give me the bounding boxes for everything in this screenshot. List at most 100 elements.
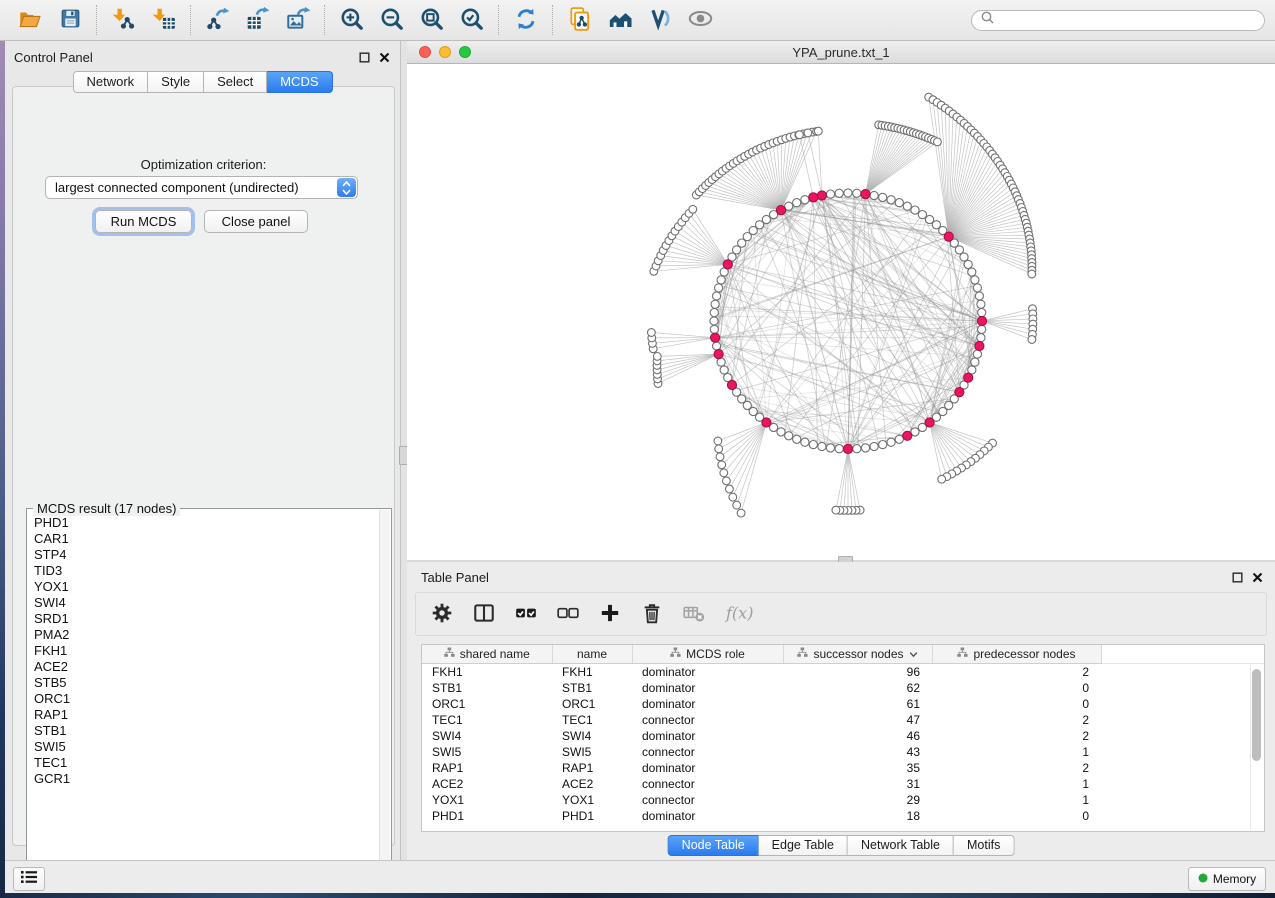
vizmapper-button[interactable]: [640, 3, 680, 37]
cell-name[interactable]: FKH1: [552, 664, 632, 681]
mcds-result-item[interactable]: STB5: [28, 675, 380, 691]
cell-predecessor-nodes[interactable]: 0: [932, 808, 1101, 824]
cell-shared-name[interactable]: ORC1: [422, 696, 552, 712]
mcds-result-item[interactable]: TEC1: [28, 755, 380, 771]
table-row[interactable]: RAP1RAP1dominator352: [422, 760, 1265, 776]
cell-name[interactable]: TEC1: [552, 712, 632, 728]
cell-name[interactable]: YOX1: [552, 792, 632, 808]
table-row[interactable]: FKH1FKH1dominator962: [422, 664, 1265, 681]
table-row[interactable]: SWI5SWI5connector431: [422, 744, 1265, 760]
cell-successor-nodes[interactable]: 96: [783, 664, 932, 681]
cell-predecessor-nodes[interactable]: 2: [932, 664, 1101, 681]
column-header-MCDS-role[interactable]: MCDS role: [632, 645, 783, 664]
mcds-result-list[interactable]: PHD1CAR1STP4TID3YOX1SWI4SRD1PMA2FKH1ACE2…: [28, 515, 380, 877]
cell-name[interactable]: SWI4: [552, 728, 632, 744]
add-column-button[interactable]: [596, 600, 624, 628]
node-table[interactable]: shared namenameMCDS rolesuccessor nodesp…: [421, 644, 1265, 832]
cell-MCDS-role[interactable]: connector: [632, 744, 783, 760]
optimization-criterion-dropdown[interactable]: largest connected component (undirected): [45, 176, 358, 199]
mcds-result-item[interactable]: STP4: [28, 547, 380, 563]
close-panel-icon[interactable]: [379, 50, 390, 68]
mcds-result-item[interactable]: SRD1: [28, 611, 380, 627]
open-session-button[interactable]: [10, 3, 50, 37]
column-header-predecessor-nodes[interactable]: predecessor nodes: [932, 645, 1101, 664]
task-history-button[interactable]: [13, 867, 45, 891]
export-image-button[interactable]: [278, 3, 318, 37]
cell-predecessor-nodes[interactable]: 1: [932, 744, 1101, 760]
export-network-button[interactable]: [198, 3, 238, 37]
memory-button[interactable]: Memory: [1188, 867, 1266, 891]
mcds-result-item[interactable]: CAR1: [28, 531, 380, 547]
cell-MCDS-role[interactable]: dominator: [632, 808, 783, 824]
mcds-result-item[interactable]: STB1: [28, 723, 380, 739]
float-panel-icon[interactable]: [359, 50, 370, 68]
cell-predecessor-nodes[interactable]: 1: [932, 776, 1101, 792]
cell-MCDS-role[interactable]: connector: [632, 776, 783, 792]
cell-shared-name[interactable]: STB1: [422, 680, 552, 696]
float-panel-icon[interactable]: [1232, 570, 1243, 588]
import-table-from-file-button[interactable]: [144, 3, 184, 37]
mcds-result-item[interactable]: YOX1: [28, 579, 380, 595]
cell-successor-nodes[interactable]: 61: [783, 696, 932, 712]
table-settings-button[interactable]: [428, 600, 456, 628]
tab-network[interactable]: Network: [72, 71, 148, 93]
cell-shared-name[interactable]: SWI5: [422, 744, 552, 760]
cell-name[interactable]: ACE2: [552, 776, 632, 792]
tab-edge-table[interactable]: Edge Table: [759, 835, 848, 856]
import-network-from-file-button[interactable]: [104, 3, 144, 37]
network-window-titlebar[interactable]: YPA_prune.txt_1: [407, 41, 1275, 64]
refresh-network-view-button[interactable]: [506, 3, 546, 37]
toggle-columns-button[interactable]: [470, 600, 498, 628]
cell-name[interactable]: ORC1: [552, 696, 632, 712]
deselect-all-rows-button[interactable]: [554, 600, 582, 628]
node-table-grid[interactable]: shared namenameMCDS rolesuccessor nodesp…: [422, 645, 1265, 824]
cell-successor-nodes[interactable]: 62: [783, 680, 932, 696]
mcds-result-item[interactable]: PMA2: [28, 627, 380, 643]
cell-successor-nodes[interactable]: 18: [783, 808, 932, 824]
mcds-result-item[interactable]: SWI5: [28, 739, 380, 755]
cell-successor-nodes[interactable]: 46: [783, 728, 932, 744]
zoom-out-button[interactable]: [372, 3, 412, 37]
table-row[interactable]: ORC1ORC1dominator610: [422, 696, 1265, 712]
mcds-result-item[interactable]: RAP1: [28, 707, 380, 723]
tab-motifs[interactable]: Motifs: [954, 835, 1014, 856]
cell-shared-name[interactable]: FKH1: [422, 664, 552, 681]
zoom-fit-content-button[interactable]: [412, 3, 452, 37]
cell-predecessor-nodes[interactable]: 1: [932, 792, 1101, 808]
cell-successor-nodes[interactable]: 43: [783, 744, 932, 760]
table-row[interactable]: ACE2ACE2connector311: [422, 776, 1265, 792]
zoom-selected-region-button[interactable]: [452, 3, 492, 37]
cell-successor-nodes[interactable]: 35: [783, 760, 932, 776]
cell-successor-nodes[interactable]: 29: [783, 792, 932, 808]
mcds-result-item[interactable]: ORC1: [28, 691, 380, 707]
cell-predecessor-nodes[interactable]: 0: [932, 680, 1101, 696]
cell-shared-name[interactable]: TEC1: [422, 712, 552, 728]
clone-network-button[interactable]: [560, 3, 600, 37]
table-row[interactable]: SWI4SWI4dominator462: [422, 728, 1265, 744]
column-header-name[interactable]: name: [552, 645, 632, 664]
cell-name[interactable]: STB1: [552, 680, 632, 696]
delete-columns-button[interactable]: [638, 600, 666, 628]
network-overview-button[interactable]: [600, 3, 640, 37]
mcds-result-item[interactable]: FKH1: [28, 643, 380, 659]
cell-name[interactable]: SWI5: [552, 744, 632, 760]
cell-MCDS-role[interactable]: dominator: [632, 696, 783, 712]
cell-MCDS-role[interactable]: dominator: [632, 664, 783, 681]
network-canvas[interactable]: [407, 64, 1275, 560]
cell-shared-name[interactable]: SWI4: [422, 728, 552, 744]
table-row[interactable]: TEC1TEC1connector472: [422, 712, 1265, 728]
cell-MCDS-role[interactable]: dominator: [632, 760, 783, 776]
cell-predecessor-nodes[interactable]: 0: [932, 696, 1101, 712]
cell-shared-name[interactable]: RAP1: [422, 760, 552, 776]
cell-MCDS-role[interactable]: connector: [632, 792, 783, 808]
cell-name[interactable]: RAP1: [552, 760, 632, 776]
mcds-result-item[interactable]: GCR1: [28, 771, 380, 787]
cell-shared-name[interactable]: YOX1: [422, 792, 552, 808]
mcds-result-item[interactable]: ACE2: [28, 659, 380, 675]
tab-network-table[interactable]: Network Table: [848, 835, 954, 856]
cell-shared-name[interactable]: PHD1: [422, 808, 552, 824]
tab-select[interactable]: Select: [204, 71, 267, 93]
cell-MCDS-role[interactable]: connector: [632, 712, 783, 728]
cell-predecessor-nodes[interactable]: 2: [932, 760, 1101, 776]
cell-predecessor-nodes[interactable]: 2: [932, 712, 1101, 728]
